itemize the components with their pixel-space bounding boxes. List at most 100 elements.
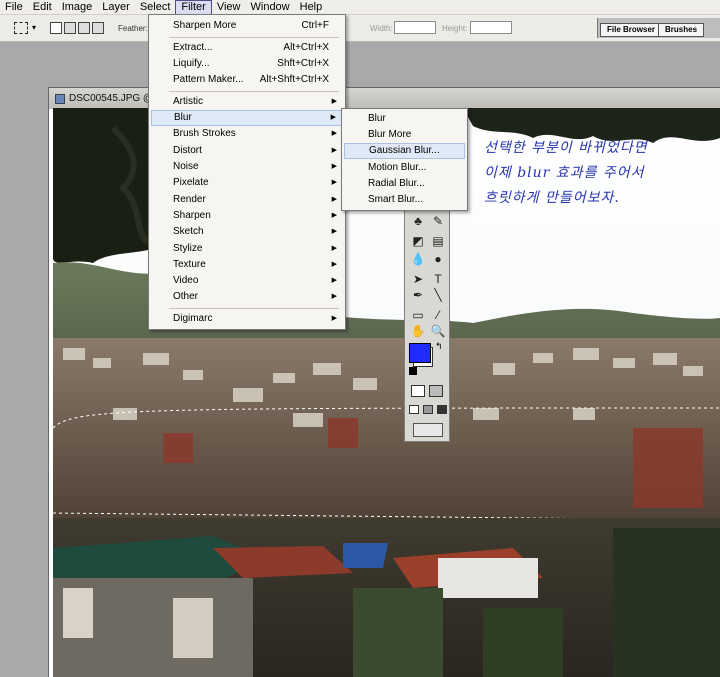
submenu-arrow-icon: ▶	[331, 130, 337, 137]
menu-item-artistic[interactable]: Artistic ▶	[151, 94, 343, 110]
submenu-arrow-icon: ▶	[331, 147, 337, 154]
caption-line: 선택한 부분이 바뀌었다면	[484, 140, 648, 156]
submenu-item-gaussian-blur[interactable]: Gaussian Blur...	[344, 143, 465, 159]
menu-item-pixelate[interactable]: Pixelate ▶	[151, 175, 343, 191]
selection-mode-intersect-icon[interactable]	[92, 22, 104, 34]
submenu-arrow-icon: ▶	[331, 179, 337, 186]
submenu-arrow-icon: ▶	[331, 277, 337, 284]
selection-mode-subtract-icon[interactable]	[78, 22, 90, 34]
menu-item-label: Distort	[173, 145, 202, 156]
menu-item-label: Extract...	[173, 42, 213, 53]
eraser-icon[interactable]: ◩	[409, 233, 427, 249]
menu-item-label: Liquify...	[173, 58, 210, 69]
submenu-arrow-icon: ▶	[331, 261, 337, 268]
eyedropper-icon[interactable]: ⁄	[429, 307, 447, 323]
width-input[interactable]	[394, 21, 436, 34]
menu-layer[interactable]: Layer	[97, 0, 135, 15]
menu-item-noise[interactable]: Noise ▶	[151, 159, 343, 175]
menu-item-label: Sharpen More	[173, 20, 237, 31]
menu-filter[interactable]: Filter	[175, 0, 212, 15]
pen-icon[interactable]: ✒	[409, 287, 427, 303]
foreground-color-swatch[interactable]	[409, 343, 431, 363]
menu-item-label: Brush Strokes	[173, 128, 236, 139]
menu-item-label: Pattern Maker...	[173, 74, 244, 85]
submenu-item-blur[interactable]: Blur	[344, 111, 465, 127]
menu-item-sharpen[interactable]: Sharpen ▶	[151, 208, 343, 224]
marquee-tool-icon[interactable]	[14, 22, 28, 34]
menu-item-liquify[interactable]: Liquify... Shft+Ctrl+X	[151, 56, 343, 72]
jump-to-imageready-icon[interactable]	[413, 423, 443, 437]
tab-brushes[interactable]: Brushes	[658, 23, 705, 37]
menu-item-pattern-maker[interactable]: Pattern Maker... Alt+Shft+Ctrl+X	[151, 72, 343, 88]
type-icon[interactable]: T	[429, 271, 447, 287]
menu-edit[interactable]: Edit	[28, 0, 57, 15]
screen-mode-full-icon[interactable]	[437, 405, 447, 414]
shortcut-label: Ctrl+F	[301, 20, 330, 31]
path-select-icon[interactable]: ➤	[409, 271, 427, 287]
screen-mode-full-menu-icon[interactable]	[423, 405, 433, 414]
submenu-arrow-icon: ▶	[331, 245, 337, 252]
dodge-icon[interactable]: ●	[429, 251, 447, 267]
notes-icon[interactable]: ▭	[409, 307, 427, 323]
filter-menu: Sharpen More Ctrl+F Extract... Alt+Ctrl+…	[148, 14, 346, 330]
menu-file[interactable]: File	[0, 0, 28, 15]
submenu-arrow-icon: ▶	[331, 196, 337, 203]
hand-icon[interactable]: ✋	[409, 323, 427, 339]
selection-mode-new-icon[interactable]	[50, 22, 62, 34]
menu-select[interactable]: Select	[135, 0, 176, 15]
menu-item-label: Blur	[174, 112, 192, 123]
options-bar: ▾ Feather: Width: Height: File Browser B…	[0, 15, 720, 42]
menu-item-label: Pixelate	[173, 177, 209, 188]
menu-item-render[interactable]: Render ▶	[151, 192, 343, 208]
default-colors-icon[interactable]	[409, 367, 417, 375]
swap-colors-icon[interactable]: ↰	[435, 341, 443, 352]
height-input[interactable]	[470, 21, 512, 34]
shortcut-label: Alt+Shft+Ctrl+X	[259, 74, 329, 85]
tab-file-browser[interactable]: File Browser	[600, 23, 663, 37]
menu-bar: File Edit Image Layer Select Filter View…	[0, 0, 720, 15]
submenu-item-smart-blur[interactable]: Smart Blur...	[344, 192, 465, 208]
standard-mode-icon[interactable]	[411, 385, 425, 397]
shortcut-label: Shft+Ctrl+X	[277, 58, 329, 69]
menu-item-brush-strokes[interactable]: Brush Strokes ▶	[151, 126, 343, 142]
line-icon[interactable]: ╲	[429, 287, 447, 303]
menu-item-sharpen-more[interactable]: Sharpen More Ctrl+F	[151, 18, 343, 34]
height-label: Height:	[442, 24, 468, 33]
width-label: Width:	[370, 24, 393, 33]
menu-item-other[interactable]: Other ▶	[151, 289, 343, 305]
menu-item-label: Noise	[173, 161, 199, 172]
submenu-item-motion-blur[interactable]: Motion Blur...	[344, 160, 465, 176]
menu-item-label: Digimarc	[173, 313, 213, 324]
menu-item-blur[interactable]: Blur ▶	[151, 110, 343, 126]
submenu-item-radial-blur[interactable]: Radial Blur...	[344, 176, 465, 192]
menu-item-label: Artistic	[173, 96, 203, 107]
caption-line: 흐릿하게 만들어보자.	[484, 190, 620, 206]
menu-item-label: Render	[173, 194, 206, 205]
zoom-icon[interactable]: 🔍	[429, 323, 447, 339]
menu-item-sketch[interactable]: Sketch ▶	[151, 224, 343, 240]
menu-item-stylize[interactable]: Stylize ▶	[151, 241, 343, 257]
menu-item-texture[interactable]: Texture ▶	[151, 257, 343, 273]
menu-image[interactable]: Image	[57, 0, 98, 15]
quickmask-mode-icon[interactable]	[429, 385, 443, 397]
menu-item-label: Video	[173, 275, 199, 286]
selection-mode-add-icon[interactable]	[64, 22, 76, 34]
menu-item-label: Stylize	[173, 243, 203, 254]
stamp-icon[interactable]: ♣	[409, 213, 427, 229]
tool-preset-dropdown-icon[interactable]: ▾	[32, 23, 36, 32]
submenu-arrow-icon: ▶	[331, 212, 337, 219]
submenu-arrow-icon: ▶	[330, 114, 336, 121]
gradient-icon[interactable]: ▤	[429, 233, 447, 249]
menu-help[interactable]: Help	[295, 0, 328, 15]
menu-item-digimarc[interactable]: Digimarc ▶	[151, 311, 343, 327]
menu-item-video[interactable]: Video ▶	[151, 273, 343, 289]
menu-window[interactable]: Window	[246, 0, 295, 15]
menu-view[interactable]: View	[212, 0, 246, 15]
blur-tool-icon[interactable]: 💧	[409, 251, 427, 267]
history-brush-icon[interactable]: ✎	[429, 213, 447, 229]
submenu-item-blur-more[interactable]: Blur More	[344, 127, 465, 143]
screen-mode-standard-icon[interactable]	[409, 405, 419, 414]
menu-item-distort[interactable]: Distort ▶	[151, 143, 343, 159]
menu-item-label: Sharpen	[173, 210, 211, 221]
menu-item-extract[interactable]: Extract... Alt+Ctrl+X	[151, 40, 343, 56]
